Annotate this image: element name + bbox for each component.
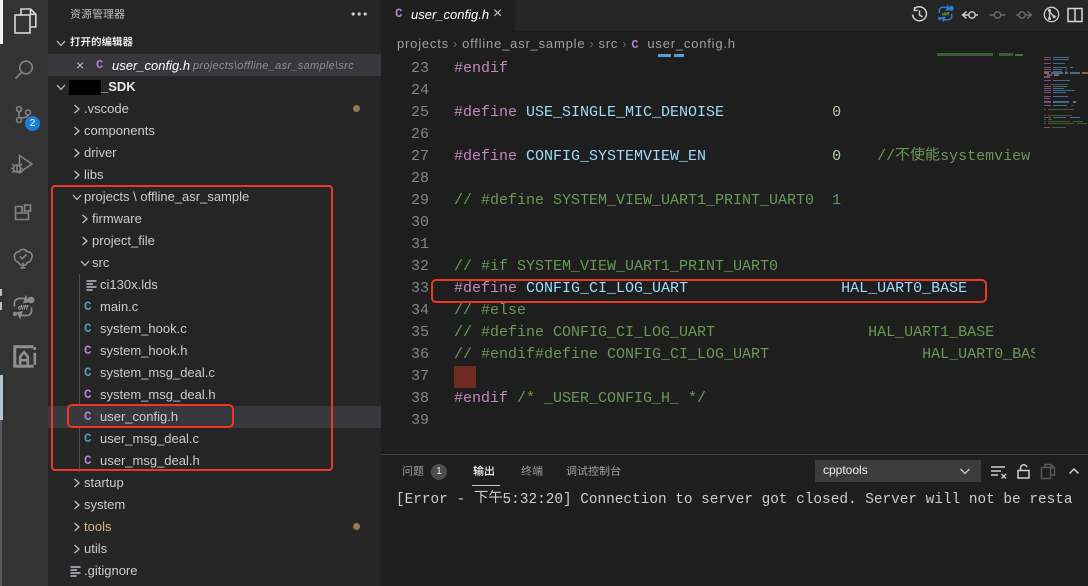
svg-text:diff: diff: [942, 11, 950, 17]
svg-text:diff: diff: [18, 305, 29, 312]
